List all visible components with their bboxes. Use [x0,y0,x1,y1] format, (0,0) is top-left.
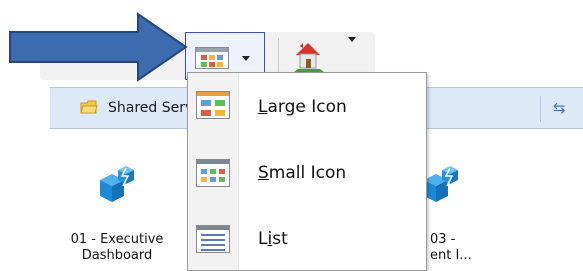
dashboard-cube-icon[interactable] [96,164,136,204]
large-icon-view-icon [196,91,230,119]
divider [540,96,541,122]
home-button[interactable] [292,37,356,74]
menu-item-small-icon[interactable]: Small Icon [188,139,426,205]
small-icon-view-icon [196,159,230,187]
refresh-icon[interactable]: ⇆ [553,99,566,117]
menu-item-label: List [258,229,288,249]
chevron-down-icon[interactable] [348,37,356,42]
list-view-icon [196,225,230,253]
menu-item-list[interactable]: List [188,205,426,271]
tile-title-line: Dashboard [81,248,153,263]
view-options-icon [195,47,229,69]
menu-item-large-icon[interactable]: Large Icon [188,73,426,139]
folder-icon [80,100,98,114]
chevron-down-icon[interactable] [242,56,250,61]
toolbar-separator [278,38,279,76]
menu-item-label: Small Icon [258,163,347,183]
tile-title-line: 01 - Executive [70,232,164,247]
tile-label[interactable]: 01 - Executive Dashboard [52,232,182,264]
menu-item-label: Large Icon [258,97,347,117]
home-icon [294,43,324,72]
blue-arrow-pointer-icon [9,12,188,82]
view-dropdown-menu: Large Icon Small Icon List [187,72,427,271]
